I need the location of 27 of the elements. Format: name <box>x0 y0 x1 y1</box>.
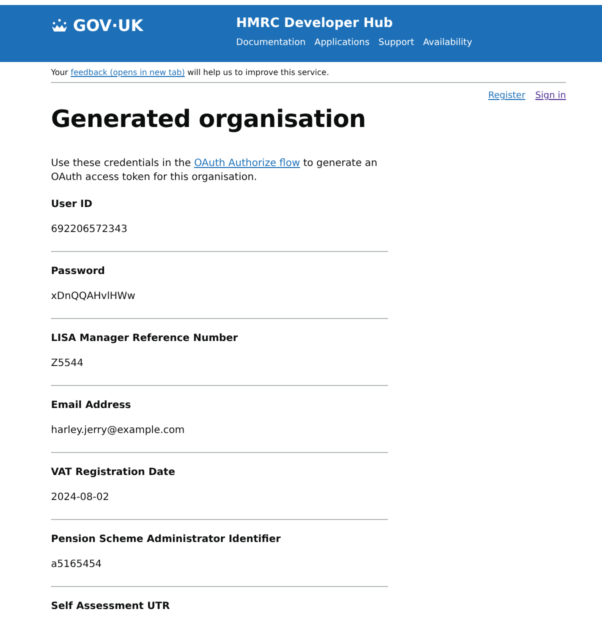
field-label: VAT Registration Date <box>51 467 176 478</box>
field-label: Self Assessment UTR <box>51 601 171 612</box>
govuk-logo[interactable]: GOV·UK <box>51 14 144 36</box>
field-label: Email Address <box>51 400 132 411</box>
feedback-link[interactable]: feedback (opens in new tab) <box>70 68 185 77</box>
field-value: 692206572343 <box>51 224 128 235</box>
intro-text: Use these credentials in the OAuth Authorize flow to generate an OAuth access token for this organisation. <box>51 157 378 185</box>
crown-icon <box>51 18 68 32</box>
field-label: Pension Scheme Administrator Identifier <box>51 534 282 545</box>
feedback-text: Your feedback (opens in new tab) will help us to improve this service. <box>51 68 566 83</box>
field-value: harley.jerry@example.com <box>51 425 186 436</box>
sign-in-link[interactable]: Sign in <box>535 91 566 101</box>
service-name: HMRC Developer Hub <box>236 16 394 31</box>
field-label: User ID <box>51 199 94 210</box>
register-link[interactable]: Register <box>488 91 526 101</box>
nav-link[interactable]: Documentation <box>236 38 306 48</box>
field-value: a5165454 <box>51 559 103 570</box>
nav-link[interactable]: Support <box>378 38 414 48</box>
page-title: Generated organisation <box>51 105 367 133</box>
field-value: Z5544 <box>51 358 84 369</box>
field-label: Password <box>51 266 106 277</box>
field-value: 2024-08-02 <box>51 492 110 503</box>
nav-link[interactable]: Applications <box>314 38 370 48</box>
nav-link[interactable]: Availability <box>423 38 472 48</box>
oauth-link[interactable]: OAuth Authorize flow <box>194 158 300 169</box>
field-value: xDnQQAHvlHWw <box>51 291 136 302</box>
field-label: LISA Manager Reference Number <box>51 333 239 344</box>
